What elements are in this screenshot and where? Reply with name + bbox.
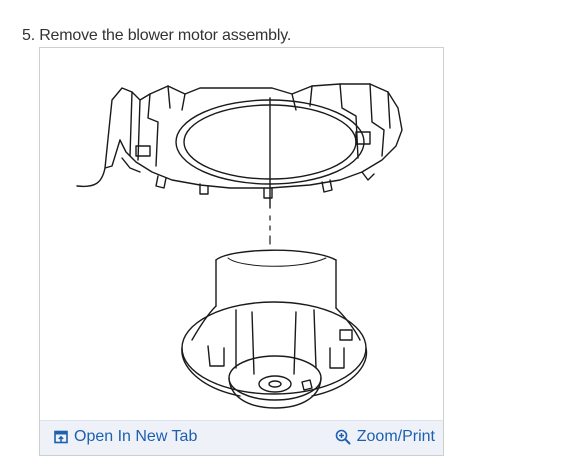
figure-footer: Open In New Tab Zoom/Print (40, 420, 443, 455)
zoom-print-link[interactable]: Zoom/Print (335, 428, 435, 446)
figure-panel: Open In New Tab Zoom/Print (39, 47, 444, 456)
zoom-print-label: Zoom/Print (356, 428, 435, 445)
step-instruction: 5. Remove the blower motor assembly. (22, 27, 292, 44)
open-new-tab-icon (54, 430, 68, 444)
open-in-new-tab-link[interactable]: Open In New Tab (54, 428, 197, 446)
blower-motor-diagram (76, 83, 403, 409)
zoom-in-icon (335, 429, 351, 445)
open-in-new-tab-label: Open In New Tab (74, 428, 198, 445)
